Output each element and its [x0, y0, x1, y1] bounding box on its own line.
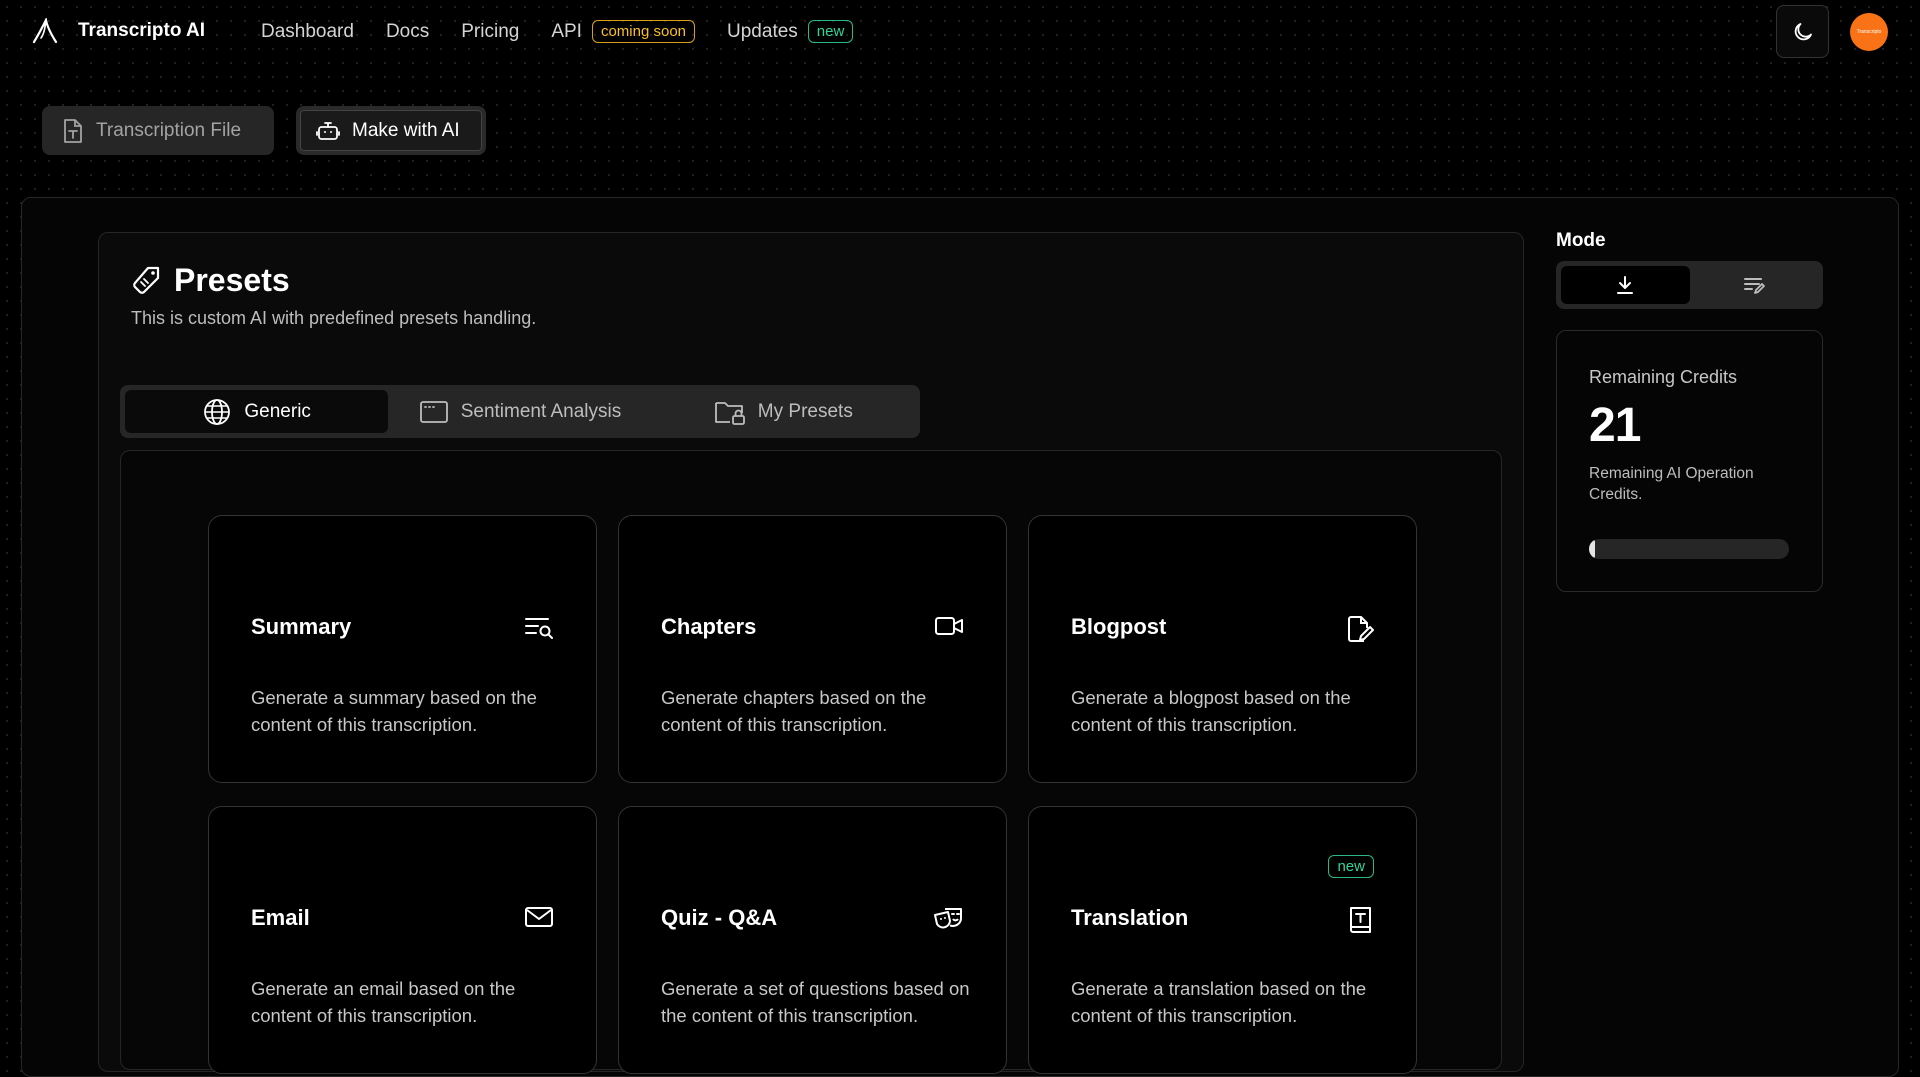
- preset-description: Generate an email based on the content o…: [251, 978, 516, 1026]
- presets-subtitle: This is custom AI with predefined preset…: [131, 308, 537, 328]
- app-name: Transcripto AI: [78, 20, 206, 41]
- top-navigation: Transcripto AI Dashboard Docs Pricing AP…: [0, 0, 1920, 64]
- nav-dashboard-label: Dashboard: [261, 20, 354, 42]
- nav-pricing-label: Pricing: [461, 20, 520, 42]
- preset-card-translation[interactable]: new Translation Generate a translation b…: [1028, 806, 1417, 1074]
- presets-grid: Summary Generate a summary based on the …: [120, 450, 1502, 1074]
- preset-description: Generate chapters based on the content o…: [661, 687, 927, 735]
- preset-description: Generate a set of questions based on the…: [661, 978, 970, 1026]
- nav-pricing[interactable]: Pricing: [461, 21, 519, 43]
- mode-option-download[interactable]: [1561, 266, 1690, 304]
- new-badge: new: [807, 20, 854, 43]
- mode-label: Mode: [1556, 230, 1606, 251]
- nav-updates-label: Updates: [727, 20, 798, 42]
- preset-title: Blogpost: [1071, 614, 1167, 639]
- file-pencil-icon: [1346, 614, 1374, 644]
- nav-api-label: API: [551, 20, 582, 42]
- coming-soon-badge: coming soon: [591, 20, 696, 43]
- preset-card-quiz[interactable]: Quiz - Q&A Generate a set of questions b…: [618, 806, 1007, 1074]
- theme-toggle-button[interactable]: [1776, 5, 1829, 58]
- nav-dashboard[interactable]: Dashboard: [261, 21, 354, 43]
- avatar[interactable]: Transcripto: [1850, 13, 1888, 51]
- credits-progress-fill: [1589, 539, 1595, 559]
- tab-sentiment-analysis[interactable]: Sentiment Analysis: [388, 390, 651, 433]
- list-search-icon: [524, 614, 554, 640]
- preset-title: Translation: [1071, 905, 1189, 930]
- credits-card: Remaining Credits 21 Remaining AI Operat…: [1556, 330, 1823, 592]
- preset-card-email[interactable]: Email Generate an email based on the con…: [208, 806, 597, 1074]
- mode-option-edit[interactable]: [1690, 266, 1819, 304]
- tab-make-with-ai-label: Make with AI: [352, 119, 460, 141]
- preset-title: Summary: [251, 614, 352, 639]
- folder-lock-icon: [714, 397, 746, 427]
- credits-label: Remaining Credits: [1589, 367, 1738, 387]
- preset-description: Generate a translation based on the cont…: [1071, 978, 1367, 1026]
- tab-generic-label: Generic: [244, 400, 311, 422]
- robot-icon: [316, 120, 340, 142]
- nav-docs[interactable]: Docs: [386, 21, 429, 43]
- preset-title: Email: [251, 905, 310, 930]
- tag-icon: [130, 265, 162, 297]
- preset-description: Generate a summary based on the content …: [251, 687, 537, 735]
- tab-sentiment-analysis-label: Sentiment Analysis: [460, 400, 622, 422]
- book-text-icon: [1346, 905, 1374, 935]
- brand[interactable]: Transcripto AI: [32, 18, 205, 44]
- download-icon: [1614, 274, 1636, 296]
- file-text-icon: [62, 118, 84, 144]
- preset-card-chapters[interactable]: Chapters Generate chapters based on the …: [618, 515, 1007, 783]
- logo-icon: [32, 18, 58, 44]
- nav-docs-label: Docs: [385, 20, 430, 42]
- credits-progress-bar: [1589, 539, 1789, 559]
- tab-generic[interactable]: Generic: [125, 390, 389, 433]
- preset-title: Quiz - Q&A: [661, 905, 778, 930]
- main-nav: Dashboard Docs Pricing API coming soon U…: [261, 20, 885, 43]
- presets-header: Presets: [130, 262, 290, 299]
- nav-updates[interactable]: Updates new: [727, 20, 854, 43]
- edit-list-icon: [1742, 274, 1766, 296]
- tab-make-with-ai[interactable]: Make with AI: [296, 106, 486, 155]
- tab-my-presets-label: My Presets: [757, 400, 853, 422]
- preset-card-blogpost[interactable]: Blogpost Generate a blogpost based on th…: [1028, 515, 1417, 783]
- nav-api[interactable]: API coming soon: [551, 20, 696, 43]
- masks-icon: [932, 905, 964, 935]
- mode-toggle: [1556, 261, 1823, 309]
- credits-value: 21: [1589, 399, 1641, 452]
- page-title: Presets: [174, 262, 290, 298]
- tab-transcription-file-label: Transcription File: [96, 119, 242, 141]
- source-tabs: Transcription File Make with AI: [42, 106, 486, 155]
- new-badge: new: [1328, 855, 1374, 878]
- preset-description: Generate a blogpost based on the content…: [1071, 687, 1351, 735]
- avatar-text: Transcripto: [1856, 29, 1882, 35]
- preset-title: Chapters: [661, 614, 757, 639]
- globe-icon: [202, 397, 232, 427]
- preset-card-summary[interactable]: Summary Generate a summary based on the …: [208, 515, 597, 783]
- tab-transcription-file[interactable]: Transcription File: [42, 106, 274, 155]
- credits-description: Remaining AI Operation Credits.: [1589, 465, 1754, 503]
- moon-icon: [1791, 20, 1815, 44]
- video-icon: [934, 614, 964, 638]
- mail-icon: [524, 905, 554, 929]
- preset-category-tabs: Generic Sentiment Analysis My Presets: [120, 385, 920, 438]
- window-icon: [419, 399, 449, 425]
- tab-my-presets[interactable]: My Presets: [652, 390, 915, 433]
